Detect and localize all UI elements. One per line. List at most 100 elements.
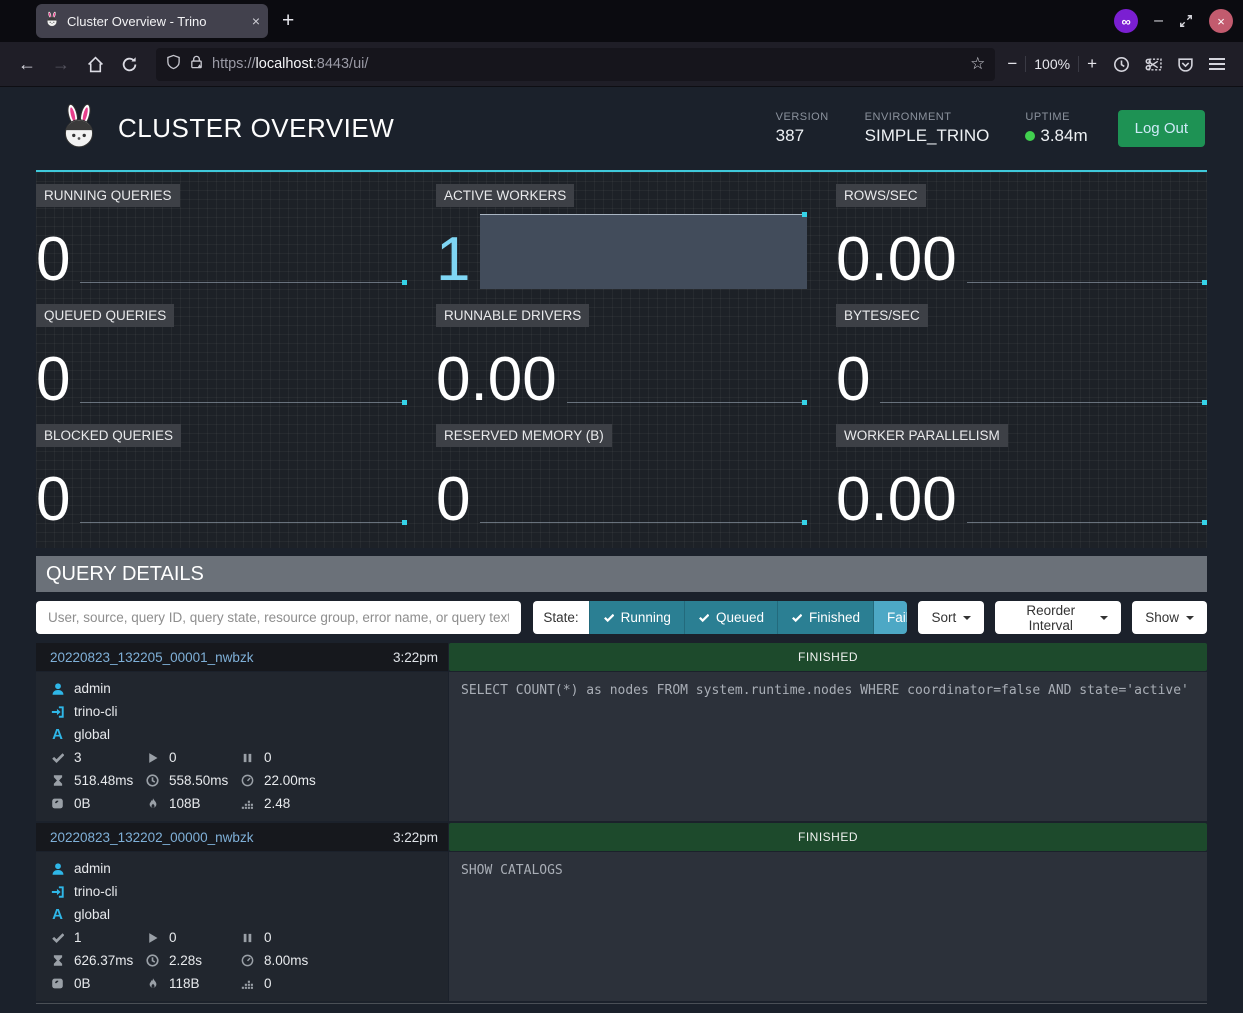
query-resource-group: global <box>74 727 110 742</box>
history-clock-icon[interactable] <box>1107 50 1135 78</box>
query-list: 20220823_132205_00001_nwbzk 3:22pm FINIS… <box>36 643 1207 1001</box>
bookmark-star-icon[interactable]: ☆ <box>970 54 985 74</box>
resource-group-icon: A <box>50 907 65 922</box>
metric-label: WORKER PARALLELISM <box>836 424 1008 447</box>
url-bar[interactable]: https://localhost:8443/ui/ ☆ <box>156 48 995 81</box>
query-source: trino-cli <box>74 884 118 899</box>
completed-splits: 3 <box>74 750 82 765</box>
cpu-time-gauge-icon <box>240 953 255 968</box>
elapsed-time-clock-icon <box>145 953 160 968</box>
query-id-link[interactable]: 20220823_132205_00001_nwbzk <box>50 650 253 665</box>
pocket-icon[interactable] <box>1171 50 1199 78</box>
back-icon[interactable]: ← <box>12 49 42 79</box>
user-icon <box>50 681 65 696</box>
query-sql-text: SELECT COUNT(*) as nodes FROM system.run… <box>461 683 1189 698</box>
forward-icon: → <box>46 49 76 79</box>
state-filter-finished[interactable]: Finished <box>777 601 873 634</box>
cpu-time: 22.00ms <box>264 773 316 788</box>
parallelism: 2.48 <box>264 796 290 811</box>
trino-bunny-logo-icon <box>58 103 100 154</box>
browser-tab[interactable]: Cluster Overview - Trino × <box>36 4 268 38</box>
state-filter-running[interactable]: Running <box>589 601 684 634</box>
window-close-button[interactable]: × <box>1209 9 1233 33</box>
query-id-link[interactable]: 20220823_132202_00000_nwbzk <box>50 830 253 845</box>
metric-label: RUNNING QUERIES <box>36 184 180 207</box>
completed-splits-icon <box>50 930 65 945</box>
completed-splits: 1 <box>74 930 82 945</box>
menu-hamburger-icon[interactable] <box>1203 50 1231 78</box>
query-details-toolbar: State: Running Queued Finished Failed So… <box>36 601 1207 634</box>
current-memory: 0B <box>74 796 91 811</box>
metric-label: BYTES/SEC <box>836 304 928 327</box>
cumulative-memory-fire-icon <box>145 796 160 811</box>
lock-warning-icon[interactable] <box>189 54 204 75</box>
queued-splits: 0 <box>264 930 272 945</box>
metric-value: 0 <box>36 351 70 412</box>
elapsed-time: 558.50ms <box>169 773 228 788</box>
caret-down-icon <box>963 616 971 620</box>
elapsed-time: 2.28s <box>169 953 202 968</box>
show-dropdown[interactable]: Show <box>1132 601 1207 634</box>
tab-close-icon[interactable]: × <box>252 14 260 28</box>
metrics-grid: RUNNING QUERIES 0 ACTIVE WORKERS 1 ROWS/… <box>36 172 1207 548</box>
metric-card-reserved-memory: RESERVED MEMORY (B) 0 <box>436 420 807 532</box>
zoom-level[interactable]: 100% <box>1034 56 1070 72</box>
logout-button[interactable]: Log Out <box>1118 110 1205 147</box>
screenshot-scissors-icon[interactable] <box>1139 50 1167 78</box>
tab-favicon-bunny-icon <box>44 11 60 32</box>
wall-time: 626.37ms <box>74 953 133 968</box>
query-search-input[interactable] <box>36 601 521 634</box>
metric-card-queued-queries: QUEUED QUERIES 0 <box>36 300 407 412</box>
current-memory-scale-icon <box>50 976 65 991</box>
new-tab-button[interactable]: + <box>282 9 294 33</box>
check-icon <box>791 612 802 623</box>
parallelism-stats-icon <box>240 976 255 991</box>
metric-value: 0 <box>36 231 70 292</box>
query-resource-group: global <box>74 907 110 922</box>
query-user: admin <box>74 861 111 876</box>
zoom-out-icon[interactable]: − <box>1007 54 1017 74</box>
metric-value: 0.00 <box>436 351 557 412</box>
running-splits: 0 <box>169 930 177 945</box>
reload-icon[interactable] <box>114 49 144 79</box>
current-memory-scale-icon <box>50 796 65 811</box>
source-login-icon <box>50 884 65 899</box>
url-text[interactable]: https://localhost:8443/ui/ <box>212 56 962 72</box>
running-splits-icon <box>145 930 160 945</box>
sort-dropdown[interactable]: Sort <box>918 601 984 634</box>
wall-time: 518.48ms <box>74 773 133 788</box>
parallelism: 0 <box>264 976 272 991</box>
source-login-icon <box>50 704 65 719</box>
metric-label: RESERVED MEMORY (B) <box>436 424 612 447</box>
zoom-in-icon[interactable]: + <box>1087 54 1097 74</box>
window-maximize-button[interactable] <box>1179 14 1193 28</box>
query-row: 20220823_132205_00001_nwbzk 3:22pm FINIS… <box>36 643 1207 821</box>
query-user: admin <box>74 681 111 696</box>
metric-sparkline <box>880 300 1207 412</box>
cumulative-memory: 108B <box>169 796 201 811</box>
tracking-shield-icon[interactable] <box>166 54 181 75</box>
cpu-time: 8.00ms <box>264 953 308 968</box>
metric-value: 0 <box>36 471 70 532</box>
reorder-interval-dropdown[interactable]: Reorder Interval <box>995 601 1121 634</box>
metric-sparkline <box>967 180 1207 292</box>
window-minimize-button[interactable]: – <box>1154 12 1163 30</box>
version-value: 387 <box>776 126 829 146</box>
metric-value: 1 <box>436 231 470 292</box>
query-details-header: QUERY DETAILS <box>36 556 1207 592</box>
metric-value: 0.00 <box>836 231 957 292</box>
wall-time-hourglass-icon <box>50 953 65 968</box>
query-status-badge: FINISHED <box>449 823 1207 851</box>
query-sql-panel: SHOW CATALOGS <box>449 852 1207 1001</box>
trino-app: CLUSTER OVERVIEW VERSION 387 ENVIRONMENT… <box>0 87 1243 1013</box>
private-browsing-icon: ∞ <box>1114 9 1138 33</box>
check-icon <box>603 612 614 623</box>
query-sql-text: SHOW CATALOGS <box>461 863 563 878</box>
state-filter-failed-dropdown[interactable]: Failed <box>873 601 907 634</box>
query-time: 3:22pm <box>393 650 438 665</box>
state-filter-queued[interactable]: Queued <box>684 601 777 634</box>
home-icon[interactable] <box>80 49 110 79</box>
metric-card-rows-sec: ROWS/SEC 0.00 <box>836 180 1207 292</box>
cumulative-memory-fire-icon <box>145 976 160 991</box>
metric-card-active-workers: ACTIVE WORKERS 1 <box>436 180 807 292</box>
